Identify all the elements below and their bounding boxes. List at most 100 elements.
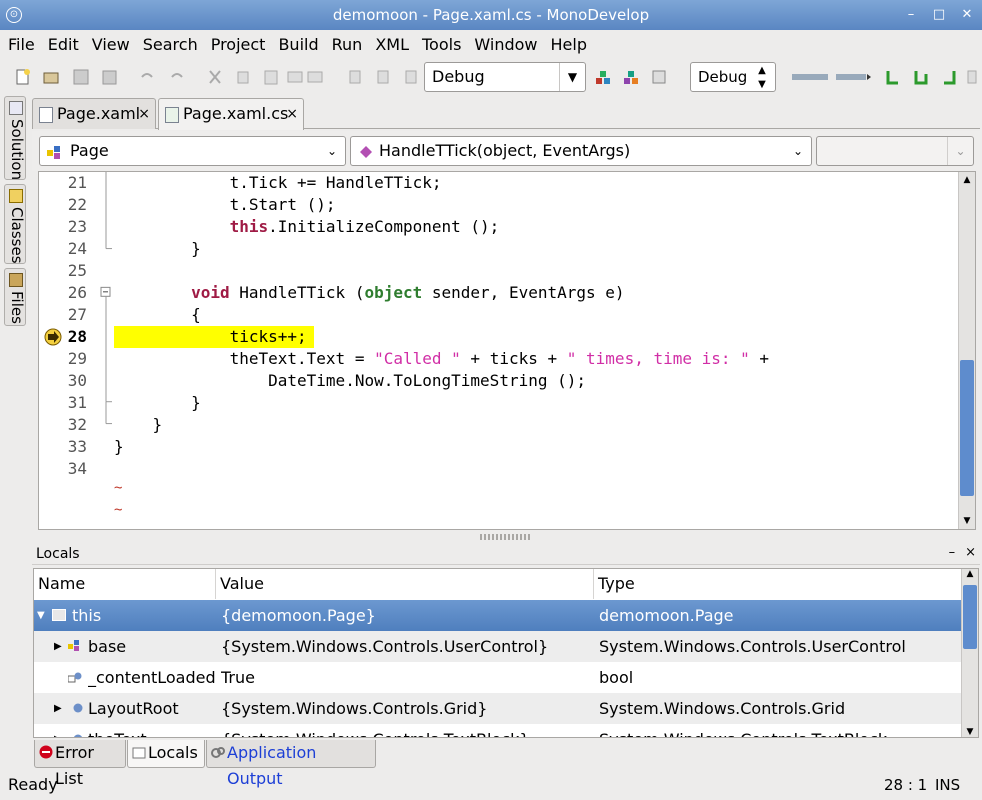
tab-locals[interactable]: Locals xyxy=(127,740,205,768)
step-into-icon[interactable] xyxy=(884,68,902,86)
line-number: 26 xyxy=(67,283,87,302)
scroll-down-icon[interactable]: ▼ xyxy=(962,727,978,737)
menu-edit[interactable]: Edit xyxy=(48,31,85,59)
code-line: t.Tick += HandleTTick; xyxy=(114,173,442,192)
minimize-icon[interactable]: – xyxy=(904,0,918,30)
minimize-pad-icon[interactable]: – xyxy=(949,543,956,563)
scroll-up-icon[interactable]: ▲ xyxy=(962,569,978,579)
redo-icon[interactable] xyxy=(168,68,186,86)
expander-collapsed-icon[interactable]: ▶ xyxy=(54,641,62,652)
line-number: 21 xyxy=(67,173,87,192)
row-type: bool xyxy=(599,668,634,687)
table-row[interactable]: ▶ LayoutRoot {System.Windows.Controls.Gr… xyxy=(34,693,962,724)
string-literal: " times, time is: " xyxy=(566,349,750,368)
locals-scrollbar-thumb[interactable] xyxy=(963,585,977,649)
menu-view[interactable]: View xyxy=(92,31,136,59)
table-row[interactable]: ▼ this {demomoon.Page} demomoon.Page xyxy=(34,600,962,631)
paste-icon[interactable] xyxy=(262,68,280,86)
open-file-icon[interactable] xyxy=(42,68,60,86)
cut-icon[interactable] xyxy=(206,68,224,86)
close-pad-icon[interactable]: × xyxy=(965,543,976,563)
toolbar-overflow-icon[interactable] xyxy=(966,68,978,86)
debug-step-icon[interactable] xyxy=(790,68,830,86)
pane-splitter[interactable] xyxy=(480,534,530,540)
expander-collapsed-icon[interactable]: ▶ xyxy=(54,703,62,714)
region-select[interactable]: ⌄ xyxy=(816,136,974,166)
new-file-icon[interactable] xyxy=(14,68,32,86)
replace-icon[interactable] xyxy=(306,68,324,86)
menu-build[interactable]: Build xyxy=(278,31,324,59)
menu-window[interactable]: Window xyxy=(474,31,543,59)
close-tab-icon[interactable]: × xyxy=(286,99,298,129)
unindent-icon[interactable] xyxy=(374,68,392,86)
rebuild-icon[interactable] xyxy=(622,68,640,86)
save-all-icon[interactable] xyxy=(100,68,118,86)
column-header-value[interactable]: Value xyxy=(216,569,594,599)
locals-scrollbar[interactable]: ▲ ▼ xyxy=(961,569,978,737)
menu-file[interactable]: File xyxy=(8,31,41,59)
close-tab-icon[interactable]: × xyxy=(138,99,150,129)
platform-select[interactable]: Debug ▲ ▼ xyxy=(690,62,776,92)
dock-tab-classes-label: Classes xyxy=(8,207,26,264)
code-line: DateTime.Now.ToLongTimeString (); xyxy=(114,371,587,390)
table-row[interactable]: _contentLoaded True bool xyxy=(34,662,962,693)
chevron-down-icon: ⌄ xyxy=(326,144,338,158)
class-select[interactable]: Page ⌄ xyxy=(39,136,346,166)
line-number: 32 xyxy=(67,415,87,434)
window-menu-icon[interactable]: ⊙ xyxy=(6,7,22,23)
expander-collapsed-icon[interactable]: ▶ xyxy=(54,734,62,737)
classes-icon xyxy=(9,189,23,203)
menu-tools[interactable]: Tools xyxy=(422,31,467,59)
dock-tab-classes[interactable]: Classes xyxy=(4,184,26,264)
menu-run[interactable]: Run xyxy=(332,31,369,59)
scroll-up-icon[interactable]: ▲ xyxy=(959,172,975,188)
debug-step-over-icon[interactable] xyxy=(834,68,874,86)
editor-scrollbar-thumb[interactable] xyxy=(960,360,974,496)
line-number: 25 xyxy=(67,261,87,280)
scroll-down-icon[interactable]: ▼ xyxy=(959,513,975,529)
menu-help[interactable]: Help xyxy=(551,31,593,59)
find-icon[interactable] xyxy=(286,68,304,86)
code-editor[interactable]: 21 22 23 24 25 26 27 28 29 30 31 32 33 3… xyxy=(38,171,976,530)
column-header-type[interactable]: Type xyxy=(594,569,962,599)
fold-margin[interactable] xyxy=(99,172,113,529)
copy-icon[interactable] xyxy=(236,68,254,86)
tab-error-list[interactable]: Error List xyxy=(34,740,126,788)
clean-icon[interactable] xyxy=(650,68,668,86)
menu-project[interactable]: Project xyxy=(211,31,272,59)
tab-page-xaml-label: Page.xaml xyxy=(57,104,141,123)
step-over-icon[interactable] xyxy=(940,68,958,86)
keyword: void xyxy=(191,283,230,302)
eof-marker: ~ xyxy=(114,502,123,518)
menu-xml[interactable]: XML xyxy=(375,31,415,59)
column-header-name[interactable]: Name xyxy=(34,569,216,599)
editor-gutter[interactable]: 21 22 23 24 25 26 27 28 29 30 31 32 33 3… xyxy=(39,172,113,529)
step-out-icon[interactable] xyxy=(912,68,930,86)
undo-icon[interactable] xyxy=(138,68,156,86)
maximize-icon[interactable]: □ xyxy=(932,0,946,30)
table-row[interactable]: ▶ theText {System.Windows.Controls.TextB… xyxy=(34,724,962,737)
document-tabs: Page.xaml × Page.xaml.cs × xyxy=(32,96,980,130)
indent-icon[interactable] xyxy=(346,68,364,86)
expander-expanded-icon[interactable]: ▼ xyxy=(37,610,45,621)
tab-page-xaml[interactable]: Page.xaml × xyxy=(32,98,156,129)
tab-application-output[interactable]: Application Output xyxy=(206,740,376,788)
build-configuration-select[interactable]: Debug ▼ xyxy=(424,62,586,92)
tab-page-xaml-cs[interactable]: Page.xaml.cs × xyxy=(158,98,304,130)
editor-scrollbar[interactable]: ▲ ▼ xyxy=(958,172,975,529)
line-number: 31 xyxy=(67,393,87,412)
dock-tab-files[interactable]: Files xyxy=(4,268,26,326)
table-row[interactable]: ▶ base {System.Windows.Controls.UserCont… xyxy=(34,631,962,662)
status-text: Ready xyxy=(8,775,58,794)
class-icon xyxy=(47,146,60,159)
toggle-comment-icon[interactable] xyxy=(402,68,420,86)
execution-pointer-icon[interactable] xyxy=(43,328,63,346)
eof-marker: ~ xyxy=(114,480,123,496)
close-window-icon[interactable]: ✕ xyxy=(960,0,974,30)
menu-search[interactable]: Search xyxy=(143,31,204,59)
save-icon[interactable] xyxy=(72,68,90,86)
build-icon[interactable] xyxy=(594,68,612,86)
dock-tab-solution[interactable]: Solution xyxy=(4,96,26,180)
solution-icon xyxy=(9,101,23,115)
member-select[interactable]: HandleTTick(object, EventArgs) ⌄ xyxy=(350,136,812,166)
